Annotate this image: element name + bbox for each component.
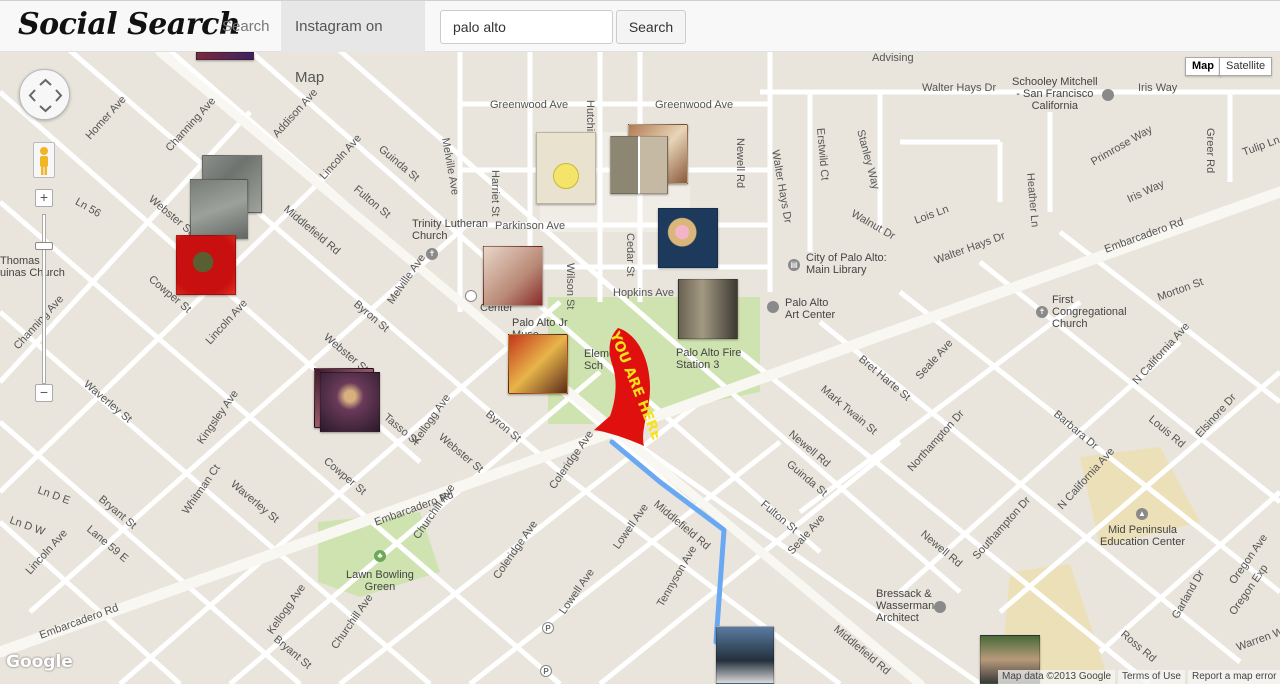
zoom-slider-track[interactable]: [39, 214, 49, 384]
instagram-photo-thumbnail[interactable]: [320, 372, 380, 432]
school-icon: ▲: [1136, 508, 1148, 520]
road-label: Newell Rd: [734, 138, 746, 189]
map-type-satellite-button[interactable]: Satellite: [1219, 57, 1273, 76]
road-label: Iris Way: [1138, 82, 1178, 94]
search-input[interactable]: [440, 10, 613, 44]
road-label: Hopkins Ave: [613, 287, 674, 299]
street-view-pegman-icon[interactable]: [33, 142, 55, 178]
map-data-attribution: Map data ©2013 Google: [998, 670, 1116, 684]
library-icon: ▤: [788, 259, 800, 271]
poi-art-center[interactable]: Palo Alto Art Center: [785, 297, 835, 321]
top-navbar: Social Search Search Instagram on Map Se…: [0, 0, 1280, 86]
emoji-neutral-icon: [553, 163, 579, 189]
brand-logo[interactable]: Social Search: [18, 7, 241, 42]
instagram-photo-thumbnail[interactable]: [483, 246, 543, 306]
poi-main-library[interactable]: City of Palo Alto: Main Library: [806, 252, 887, 276]
poi-lawn-bowling[interactable]: Lawn Bowling Green: [346, 569, 414, 593]
poi-thomas-aquinas[interactable]: Thomas uinas Church: [0, 255, 65, 279]
instagram-photo-thumbnail[interactable]: [536, 132, 596, 204]
parking-icon: P: [542, 622, 554, 634]
road-label: Greenwood Ave: [655, 99, 734, 111]
poi-dot-icon: [767, 301, 779, 313]
instagram-photo-thumbnail[interactable]: [508, 334, 568, 394]
zoom-in-button[interactable]: +: [35, 189, 53, 207]
zoom-slider-thumb[interactable]: [35, 242, 53, 250]
nav-search-link[interactable]: Search: [208, 1, 284, 52]
instagram-photo-thumbnail[interactable]: [176, 235, 236, 295]
map-canvas[interactable]: Middlefield Rd Middlefield Rd Middlefiel…: [0, 52, 1280, 684]
instagram-photo-thumbnail[interactable]: [190, 179, 248, 239]
poi-bressack[interactable]: Bressack & Wasserman Architect: [876, 588, 934, 624]
road-label: Cedar St: [624, 233, 636, 277]
road-label: Wilson St: [564, 263, 576, 310]
poi-dot-icon: [934, 601, 946, 613]
church-icon: ✝: [1036, 306, 1048, 318]
road-label: Parkinson Ave: [495, 220, 566, 232]
pan-control[interactable]: [19, 69, 70, 120]
instagram-photo-thumbnail[interactable]: [658, 208, 718, 268]
report-map-error-link[interactable]: Report a map error: [1188, 670, 1280, 684]
you-are-here-marker: YOU ARE HERE: [594, 328, 658, 446]
poi-trinity-lutheran[interactable]: Trinity Lutheran Church: [412, 218, 488, 242]
road-label: Advising: [872, 52, 914, 64]
road-label: Greer Rd: [1204, 128, 1216, 174]
search-button[interactable]: Search: [616, 10, 686, 44]
poi-fire-station[interactable]: Palo Alto Fire Station 3: [676, 347, 741, 371]
map-type-map-button[interactable]: Map: [1185, 57, 1221, 76]
parking-icon: P: [540, 665, 552, 677]
poi-schooley-mitchell[interactable]: Schooley Mitchell - San Francisco Califo…: [1012, 76, 1098, 112]
church-icon: ✝: [426, 248, 438, 260]
road-label: Walter Hays Dr: [922, 82, 997, 94]
zoom-out-button[interactable]: −: [35, 384, 53, 402]
poi-first-congregational[interactable]: First Congregational Church: [1052, 294, 1127, 330]
terms-of-use-link[interactable]: Terms of Use: [1118, 670, 1185, 684]
instagram-photo-thumbnail[interactable]: [196, 52, 254, 60]
poi-mid-peninsula[interactable]: Mid Peninsula Education Center: [1100, 524, 1185, 548]
poi-dot-icon: [465, 290, 477, 302]
park-icon: ♣: [374, 550, 386, 562]
road-label: Harriet St: [489, 170, 501, 217]
instagram-photo-thumbnail[interactable]: [716, 626, 774, 684]
nav-instagram-map-link[interactable]: Instagram on Map: [281, 1, 425, 86]
poi-dot-icon: [1102, 89, 1114, 101]
instagram-photo-thumbnail[interactable]: [610, 136, 668, 194]
instagram-photo-thumbnail[interactable]: [678, 279, 738, 339]
google-logo: Google: [6, 652, 73, 672]
road-label: Greenwood Ave: [490, 99, 569, 111]
pan-arrows-icon: [28, 78, 63, 113]
